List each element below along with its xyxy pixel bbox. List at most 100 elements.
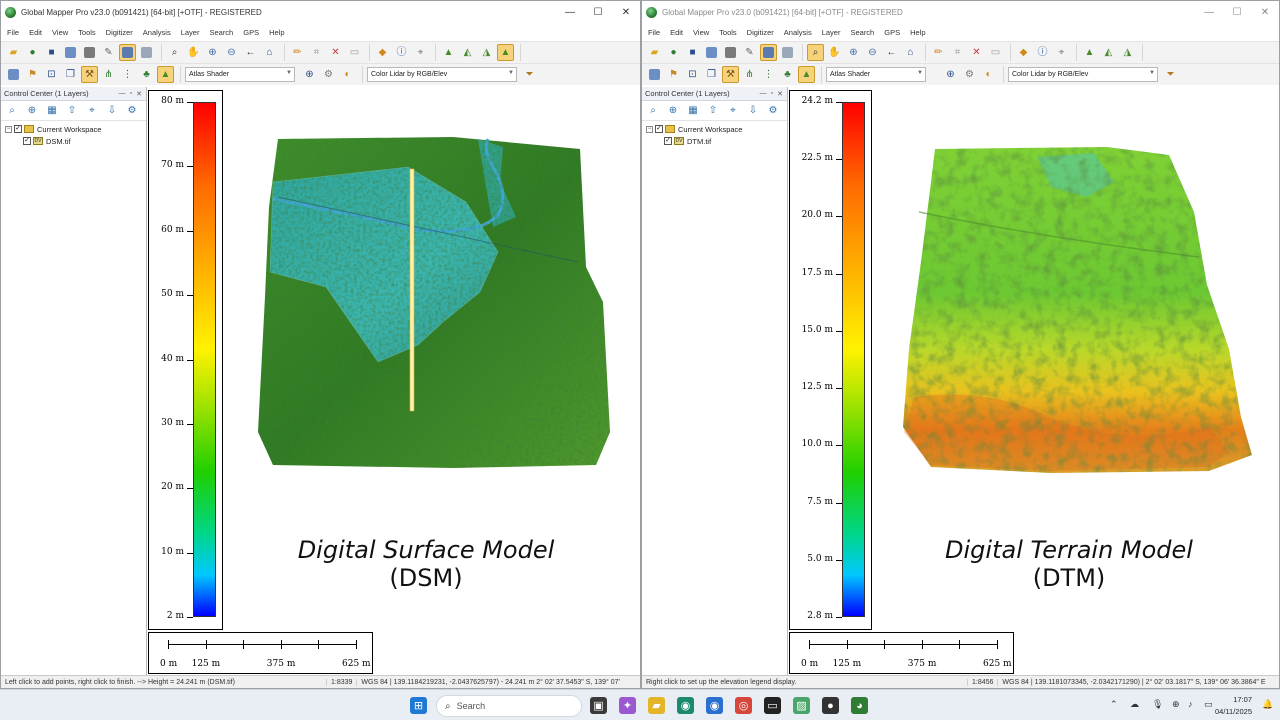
layer-table-icon[interactable]: ▦ [45, 104, 59, 118]
back-arrow-icon[interactable]: ← [242, 44, 259, 61]
layer-checkbox[interactable]: ✓ [664, 137, 672, 145]
pan-hand-icon[interactable]: ✋ [826, 44, 843, 61]
taskbar-clock[interactable]: 17:07 04/11/2025 [1215, 694, 1252, 718]
menu-file[interactable]: File [648, 28, 660, 37]
copilot-icon[interactable]: ✦ [619, 697, 636, 714]
digitize-icon[interactable]: ◆ [374, 44, 391, 61]
layer-settings-icon[interactable]: ⚙ [125, 104, 139, 118]
layer-up-icon[interactable]: ⇧ [706, 104, 720, 118]
layer-up-icon[interactable]: ⇧ [65, 104, 79, 118]
config-icon[interactable] [722, 44, 739, 61]
chrome-icon[interactable]: ◎ [735, 697, 752, 714]
layers-icon[interactable] [138, 44, 155, 61]
tree-workspace-row[interactable]: − ✓ Current Workspace [1, 123, 146, 135]
vegetation-icon[interactable]: ♣ [779, 66, 796, 83]
workspace-checkbox[interactable]: ✓ [655, 125, 663, 133]
tray-chevron-icon[interactable]: ⌃ [1110, 699, 1118, 710]
menu-search[interactable]: Search [209, 28, 233, 37]
wrench-icon[interactable]: ✎ [100, 44, 117, 61]
elevation-legend[interactable]: 24.2 m 22.5 m 20.0 m 17.5 m 15.0 m 12.5 m 10.0… [789, 90, 872, 630]
measure-icon[interactable]: ▭ [346, 44, 363, 61]
zoom-in-icon[interactable]: ⊕ [204, 44, 221, 61]
filter-icon[interactable]: ⚑ [665, 66, 682, 83]
title-bar[interactable]: Global Mapper Pro v23.0 (b091421) [64-bi… [642, 1, 1279, 23]
network-icon[interactable]: ⊕ [1172, 699, 1180, 710]
contour-icon[interactable]: ⋔ [100, 66, 117, 83]
elevation-tool-icon[interactable]: ⚒ [81, 66, 98, 83]
tree-workspace-row[interactable]: − ✓ Current Workspace [642, 123, 787, 135]
zoom-in-icon[interactable]: ⊕ [845, 44, 862, 61]
battery-icon[interactable]: ▭ [1204, 699, 1213, 710]
view-shed-icon[interactable]: ◭ [1100, 44, 1117, 61]
menu-analysis[interactable]: Analysis [784, 28, 812, 37]
shader-dropdown[interactable]: Atlas Shader ▼ [826, 67, 926, 82]
crop-icon[interactable]: ⊡ [43, 66, 60, 83]
filter-icon[interactable]: ⚑ [24, 66, 41, 83]
home-icon[interactable]: ⌂ [261, 44, 278, 61]
elevation-legend[interactable]: 80 m 70 m 60 m 50 m 40 m 30 m 20 m 10 m 2 m [148, 90, 223, 630]
panel-minimize-icon[interactable]: — [760, 90, 767, 97]
delete-icon[interactable]: ✕ [327, 44, 344, 61]
layer-checkbox[interactable]: ✓ [23, 137, 31, 145]
edge-dev-icon[interactable]: ◉ [706, 697, 723, 714]
panel-close-icon[interactable]: ✕ [777, 90, 783, 98]
crop-icon[interactable]: ⊡ [684, 66, 701, 83]
layers-icon[interactable] [779, 44, 796, 61]
microphone-icon[interactable]: 🎙 [1152, 699, 1163, 710]
path-profile-icon[interactable]: ▲ [440, 44, 457, 61]
menu-help[interactable]: Help [269, 28, 284, 37]
close-button[interactable]: ✕ [1251, 1, 1279, 23]
tree-layer-row[interactable]: ✓ DV DSM.tif [1, 135, 146, 147]
terrain-icon[interactable]: ◮ [478, 44, 495, 61]
zoom-to-layer-icon[interactable]: ⌕ [5, 104, 19, 118]
collapse-icon[interactable]: − [646, 125, 653, 133]
back-arrow-icon[interactable]: ← [883, 44, 900, 61]
minimize-button[interactable]: — [1195, 1, 1223, 23]
lidar-icon[interactable]: ⋮ [119, 66, 136, 83]
onedrive-icon[interactable]: ☁ [1130, 699, 1139, 710]
save-icon[interactable]: ■ [684, 44, 701, 61]
menu-file[interactable]: File [7, 28, 19, 37]
layer-table-icon[interactable]: ▦ [686, 104, 700, 118]
file-explorer-icon[interactable]: ▰ [648, 697, 665, 714]
open-folder-icon[interactable]: ▰ [646, 44, 663, 61]
task-view-icon[interactable]: ▣ [590, 697, 607, 714]
menu-view[interactable]: View [52, 28, 68, 37]
close-button[interactable]: ✕ [612, 1, 640, 23]
pan-hand-icon[interactable]: ✋ [185, 44, 202, 61]
workspace-icon[interactable] [703, 44, 720, 61]
measure-icon[interactable]: ▭ [987, 44, 1004, 61]
info-icon[interactable]: ⓘ [1034, 44, 1051, 61]
lighting-icon[interactable]: ◐ [980, 66, 997, 83]
digitize-icon[interactable]: ◆ [1015, 44, 1032, 61]
home-icon[interactable]: ⌂ [902, 44, 919, 61]
photos-icon[interactable]: ▨ [793, 697, 810, 714]
pencil-icon[interactable]: ✏ [930, 44, 947, 61]
menu-tools[interactable]: Tools [719, 28, 737, 37]
collapse-icon[interactable]: − [5, 125, 12, 133]
menu-edit[interactable]: Edit [29, 28, 42, 37]
zoom-out-icon[interactable]: ⊖ [864, 44, 881, 61]
menu-analysis[interactable]: Analysis [143, 28, 171, 37]
lidar-icon[interactable]: ⋮ [760, 66, 777, 83]
overlay-control-icon[interactable] [760, 44, 777, 61]
layer-down-icon[interactable]: ⇩ [105, 104, 119, 118]
zoom-out-icon[interactable]: ⊖ [223, 44, 240, 61]
shader-icon[interactable]: ▲ [157, 66, 174, 83]
terrain-icon[interactable]: ◮ [1119, 44, 1136, 61]
info-icon[interactable]: ⓘ [393, 44, 410, 61]
shader-dropdown[interactable]: Atlas Shader ▼ [185, 67, 295, 82]
layer-options-icon[interactable]: ⌖ [85, 104, 99, 118]
lidar-color-dropdown[interactable]: Color Lidar by RGB/Elev ▼ [367, 67, 517, 82]
panel-float-icon[interactable]: ▫ [130, 90, 132, 97]
maximize-button[interactable]: ☐ [1223, 1, 1251, 23]
menu-digitizer[interactable]: Digitizer [747, 28, 774, 37]
elevation-tool-icon[interactable]: ⚒ [722, 66, 739, 83]
gear-icon[interactable]: ⚙ [961, 66, 978, 83]
vegetation-icon[interactable]: ♣ [138, 66, 155, 83]
overlay-control-icon[interactable] [119, 44, 136, 61]
lighting-icon[interactable]: ◐ [339, 66, 356, 83]
zoom-tool-icon[interactable]: ⌕ [807, 44, 824, 61]
globe-icon[interactable]: ● [665, 44, 682, 61]
title-bar[interactable]: Global Mapper Pro v23.0 (b091421) [64-bi… [1, 1, 640, 23]
